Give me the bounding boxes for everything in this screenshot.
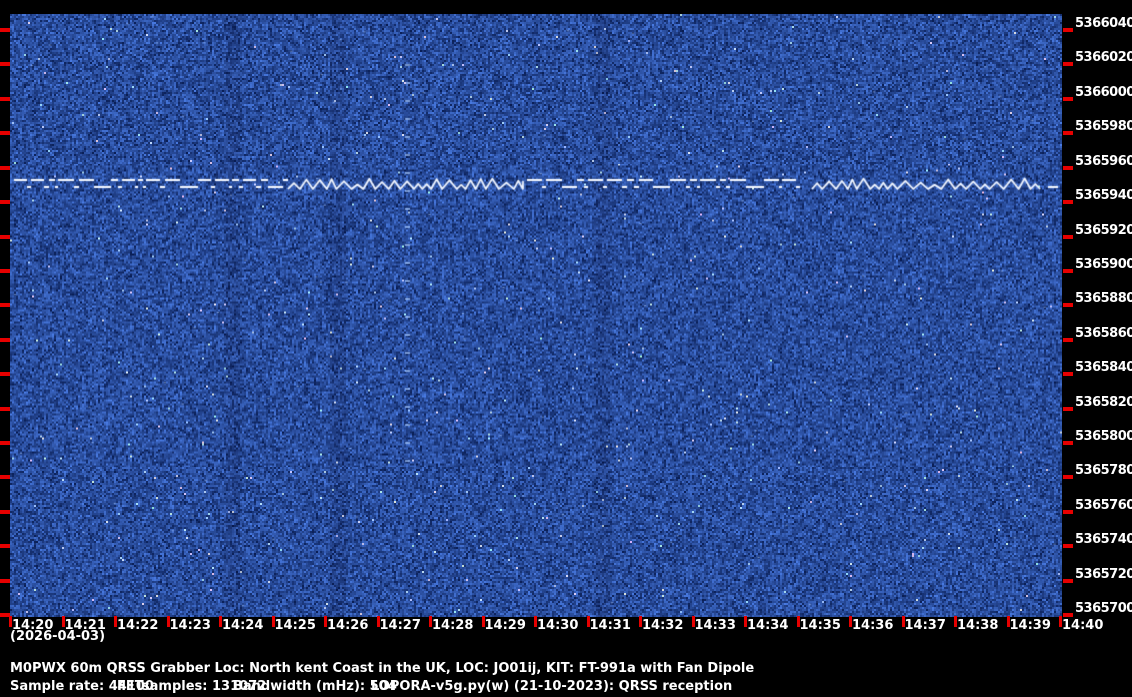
freq-label: 5365920 — [1075, 222, 1132, 238]
time-label: 14:23 — [169, 618, 211, 633]
freq-label: 5365820 — [1075, 394, 1132, 410]
freq-tick-right — [1063, 303, 1073, 308]
freq-tick-right — [1063, 578, 1073, 583]
freq-tick-right — [1063, 372, 1073, 377]
freq-tick-left — [0, 441, 10, 446]
freq-tick-right — [1063, 200, 1073, 205]
freq-label: 5365960 — [1075, 153, 1132, 169]
freq-tick-right — [1063, 509, 1073, 514]
freq-tick-right — [1063, 441, 1073, 446]
freq-tick-right — [1063, 62, 1073, 67]
time-label: 14:37 — [904, 618, 946, 633]
freq-label: 5365800 — [1075, 429, 1132, 445]
freq-tick-right — [1063, 96, 1073, 101]
time-label: 14:22 — [117, 618, 159, 633]
time-label: 14:36 — [852, 618, 894, 633]
signal-trace-canvas — [10, 14, 1062, 617]
freq-tick-left — [0, 303, 10, 308]
freq-label: 5365860 — [1075, 325, 1132, 341]
freq-tick-right — [1063, 165, 1073, 170]
settings-info-item: LOPORA-v5g.py(w) (21-10-2023): QRSS rece… — [371, 679, 733, 694]
freq-tick-left — [0, 28, 10, 32]
station-info-line: M0PWX 60m QRSS Grabber Loc: North kent C… — [10, 661, 755, 676]
freq-tick-right — [1063, 131, 1073, 136]
freq-label: 5365740 — [1075, 532, 1132, 548]
freq-label: 5365900 — [1075, 256, 1132, 272]
time-label: 14:34 — [747, 618, 789, 633]
freq-label: 5365980 — [1075, 119, 1132, 135]
time-label: 14:29 — [484, 618, 526, 633]
time-label: 14:26 — [327, 618, 369, 633]
time-label: 14:25 — [274, 618, 316, 633]
freq-label: 5366040 — [1075, 16, 1132, 31]
freq-label: 5365940 — [1075, 188, 1132, 204]
freq-tick-left — [0, 96, 10, 101]
freq-tick-left — [0, 475, 10, 480]
freq-label: 5365840 — [1075, 360, 1132, 376]
time-label: 14:33 — [694, 618, 736, 633]
freq-label: 5366000 — [1075, 84, 1132, 100]
time-label: 14:31 — [589, 618, 631, 633]
freq-tick-right — [1063, 475, 1073, 480]
freq-tick-right — [1063, 406, 1073, 411]
freq-tick-right — [1063, 28, 1073, 32]
freq-tick-left — [0, 406, 10, 411]
freq-tick-right — [1063, 268, 1073, 273]
qrss-grabber-screenshot: 5366040 5366020 5366000 5365980 5365960 53659… — [0, 0, 1132, 697]
freq-label: 5366020 — [1075, 50, 1132, 66]
freq-tick-right — [1063, 544, 1073, 549]
freq-tick-left — [0, 337, 10, 342]
time-label: 14:39 — [1009, 618, 1051, 633]
freq-tick-left — [0, 578, 10, 583]
time-label: 14:35 — [799, 618, 841, 633]
freq-tick-left — [0, 165, 10, 170]
date-label: (2026-04-03) — [10, 629, 106, 644]
freq-label: 5365760 — [1075, 497, 1132, 513]
time-label: 14:28 — [432, 618, 474, 633]
freq-tick-left — [0, 62, 10, 67]
freq-tick-left — [0, 200, 10, 205]
freq-label: 5365880 — [1075, 291, 1132, 307]
freq-tick-left — [0, 234, 10, 239]
freq-tick-right — [1063, 234, 1073, 239]
time-label: 14:38 — [957, 618, 999, 633]
freq-tick-right — [1063, 613, 1073, 618]
freq-tick-left — [0, 544, 10, 549]
time-label: 14:27 — [379, 618, 421, 633]
freq-tick-left — [0, 372, 10, 377]
freq-tick-left — [0, 509, 10, 514]
freq-label: 5365720 — [1075, 566, 1132, 582]
time-label: 14:40 — [1062, 618, 1104, 633]
freq-tick-right — [1063, 337, 1073, 342]
freq-tick-left — [0, 131, 10, 136]
time-label: 14:24 — [222, 618, 264, 633]
freq-label: 5365780 — [1075, 463, 1132, 479]
freq-label: 5365700 — [1075, 601, 1132, 617]
freq-tick-left — [0, 268, 10, 273]
time-label: 14:30 — [537, 618, 579, 633]
time-label: 14:32 — [642, 618, 684, 633]
